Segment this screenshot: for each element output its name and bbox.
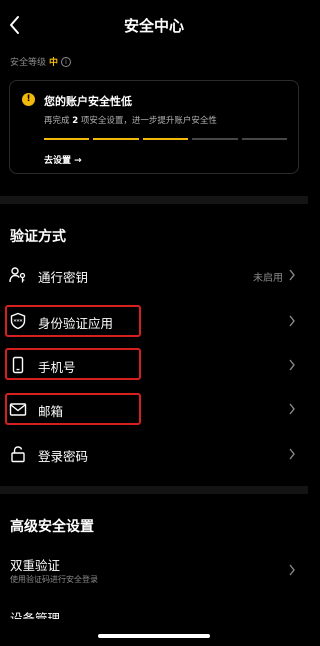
advanced-item-label: 双重验证 bbox=[10, 558, 61, 573]
chevron-right-icon bbox=[289, 403, 295, 415]
advanced-item-device-management[interactable]: 设备管理 bbox=[10, 610, 60, 619]
verification-section-title: 验证方式 bbox=[10, 229, 66, 245]
mail-icon bbox=[9, 403, 27, 416]
svg-text:***: *** bbox=[14, 319, 23, 326]
status-text: 未启用 bbox=[253, 273, 283, 284]
info-icon[interactable]: i bbox=[61, 56, 72, 67]
authenticator-icon: *** bbox=[10, 312, 26, 330]
security-alert-card: ! 您的账户安全性低 再完成 2 项安全设置，进一步提升账户安全性 去设置 → bbox=[9, 80, 299, 174]
advanced-item-2fa[interactable]: 双重验证 使用验证码进行安全登录 bbox=[0, 552, 308, 592]
chevron-right-icon bbox=[289, 359, 295, 371]
chevron-right-icon bbox=[289, 448, 295, 460]
go-setup-link[interactable]: 去设置 → bbox=[44, 153, 82, 166]
advanced-section-title: 高级安全设置 bbox=[10, 519, 94, 535]
security-level-value: 中 bbox=[49, 58, 59, 68]
verification-item-phone[interactable]: 手机号 bbox=[0, 347, 308, 383]
verification-item-label: 手机号 bbox=[38, 360, 76, 375]
remaining-count: 2 bbox=[72, 116, 79, 126]
chevron-right-icon bbox=[289, 315, 295, 327]
progress-segment bbox=[44, 138, 90, 140]
chevron-right-icon bbox=[289, 564, 295, 576]
verification-item-label: 登录密码 bbox=[38, 449, 89, 464]
lock-icon bbox=[11, 446, 25, 463]
progress-segment bbox=[93, 138, 139, 140]
verification-item-label: 身份验证应用 bbox=[38, 316, 114, 331]
section-divider bbox=[0, 196, 308, 204]
progress-segment bbox=[241, 138, 288, 140]
passkey-icon bbox=[9, 267, 26, 283]
progress-segment bbox=[142, 138, 189, 140]
advanced-item-subtitle: 使用验证码进行安全登录 bbox=[10, 575, 98, 584]
alert-subtitle: 再完成 2 项安全设置，进一步提升账户安全性 bbox=[44, 116, 217, 126]
warning-icon: ! bbox=[22, 93, 35, 106]
verification-item-email[interactable]: 邮箱 bbox=[0, 391, 308, 427]
alert-title: 您的账户安全性低 bbox=[44, 95, 132, 108]
home-indicator bbox=[98, 634, 210, 638]
section-divider bbox=[0, 486, 308, 494]
verification-item-passkey[interactable]: 通行密钥 未启用 bbox=[0, 257, 308, 293]
phone-icon bbox=[12, 356, 24, 374]
page-title: 安全中心 bbox=[123, 17, 184, 35]
chevron-right-icon bbox=[289, 269, 295, 281]
verification-item-label: 通行密钥 bbox=[38, 270, 89, 285]
nav-bar: 安全中心 bbox=[0, 0, 308, 50]
security-level-label: 安全等级 bbox=[10, 58, 47, 68]
verification-item-authenticator[interactable]: *** 身份验证应用 bbox=[0, 303, 308, 339]
verification-item-label: 邮箱 bbox=[38, 404, 64, 419]
security-level: 安全等级 中 i bbox=[10, 55, 72, 68]
security-progress bbox=[44, 138, 288, 140]
progress-segment bbox=[192, 138, 238, 140]
verification-item-login-password[interactable]: 登录密码 bbox=[0, 436, 308, 472]
